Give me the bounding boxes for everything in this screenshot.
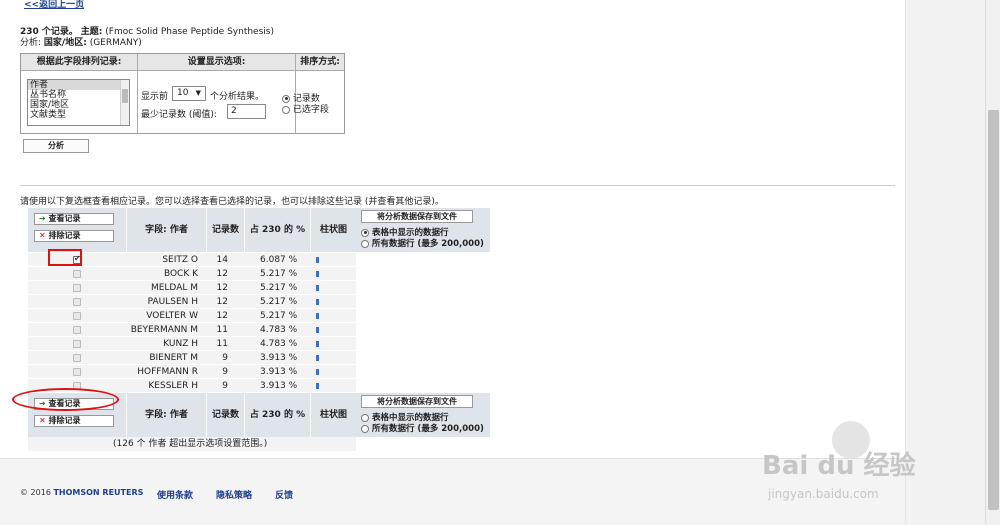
table-row: BEYERMANN M 11 4.783 % (28, 323, 356, 337)
checkbox[interactable] (73, 298, 81, 306)
radio-selected-icon[interactable] (361, 228, 369, 237)
analyze-button[interactable]: 分析 (23, 139, 89, 153)
col-percent: 占 230 的 % (244, 393, 310, 437)
chevron-down-icon: ▼ (195, 89, 201, 97)
table-row: BIENERT M 9 3.913 % (28, 351, 356, 365)
col-field: 字段: 作者 (126, 208, 206, 252)
checkbox[interactable] (73, 340, 81, 348)
checkbox[interactable] (73, 284, 81, 292)
table-row: HOFFMANN R 9 3.913 % (28, 365, 356, 379)
table-row: VOELTER W 12 5.217 % (28, 309, 356, 323)
threshold-label: 最少记录数 (阈值): (141, 110, 217, 120)
view-records-button[interactable]: ➔ 查看记录 (34, 213, 114, 225)
save-all-rows-option[interactable]: 所有数据行 (最多 200,000) (361, 237, 484, 249)
analysis-content: <<返回上一页 230 个记录。 主题: (Fmoc Solid Phase P… (10, 0, 905, 458)
display-options-header: 设置显示选项: (138, 54, 295, 71)
threshold-input[interactable]: 2 (227, 104, 266, 119)
col-count: 记录数 (206, 208, 244, 252)
col-bar-chart: 柱状图 (310, 208, 356, 252)
terms-link[interactable]: 使用条款 (157, 488, 193, 501)
radio-icon[interactable] (282, 105, 290, 114)
bar-icon (316, 285, 319, 291)
radio-icon[interactable] (361, 239, 369, 248)
show-suffix-label: 个分析结果。 (210, 92, 265, 102)
watermark-logo: Bai du 经验 (762, 451, 916, 481)
col-percent: 占 230 的 % (244, 208, 310, 252)
table-row: BOCK K 12 5.217 % (28, 267, 356, 281)
checkbox[interactable] (73, 354, 81, 362)
bar-icon (316, 355, 319, 361)
rank-field-header: 根据此字段排列记录: (21, 54, 137, 71)
privacy-link[interactable]: 隐私策略 (216, 488, 252, 501)
col-field: 字段: 作者 (126, 393, 206, 437)
side-panel (905, 0, 985, 525)
close-icon: ✕ (39, 231, 46, 240)
feedback-link[interactable]: 反馈 (275, 488, 293, 501)
list-item[interactable]: 文献类型 (28, 110, 129, 120)
list-item[interactable]: 国家/地区 (28, 100, 129, 110)
radio-icon[interactable] (361, 413, 369, 422)
scroll-thumb[interactable] (988, 110, 999, 510)
divider (20, 185, 895, 186)
copyright: © 2016 THOMSON REUTERS (20, 488, 144, 497)
bar-icon (316, 313, 319, 319)
show-prefix-label: 显示前 (141, 92, 169, 102)
field-listbox[interactable]: 作者 丛书名称 国家/地区 文献类型 (27, 79, 130, 126)
table-row: PAULSEN H 12 5.217 % (28, 295, 356, 309)
bar-icon (316, 257, 319, 263)
bar-icon (316, 369, 319, 375)
arrow-right-icon: ➔ (39, 214, 46, 223)
sort-by-field-option[interactable]: 已选字段 (282, 102, 329, 115)
highlight-oval (12, 388, 119, 411)
analysis-summary: 分析: 国家/地区: (GERMANY) (20, 38, 142, 48)
bar-icon (316, 341, 319, 347)
close-icon: ✕ (39, 416, 46, 425)
instruction-text: 请使用以下复选框查看相应记录。您可以选择查看已选择的记录，也可以排除这些记录 (… (20, 197, 444, 207)
page-scrollbar[interactable] (985, 0, 1000, 525)
radio-icon[interactable] (361, 424, 369, 433)
checkbox[interactable] (73, 312, 81, 320)
overflow-note: (126 个 作者 超出显示选项设置范围。) (113, 439, 268, 449)
checkbox[interactable] (73, 326, 81, 334)
col-bar-chart: 柱状图 (310, 393, 356, 437)
bar-icon (316, 327, 319, 333)
save-to-file-button[interactable]: 将分析数据保存到文件 (361, 210, 473, 223)
table-row: MELDAL M 12 5.217 % (28, 281, 356, 295)
save-all-rows-option[interactable]: 所有数据行 (最多 200,000) (361, 422, 484, 434)
list-item[interactable]: 作者 (28, 80, 129, 90)
page: <<返回上一页 230 个记录。 主题: (Fmoc Solid Phase P… (0, 0, 1000, 525)
sort-header: 排序方式: (296, 54, 344, 71)
back-link[interactable]: <<返回上一页 (24, 0, 84, 10)
bar-icon (316, 299, 319, 305)
exclude-records-button-bottom[interactable]: ✕ 排除记录 (34, 415, 114, 427)
watermark-url: jingyan.baidu.com (768, 487, 879, 501)
listbox-scrollbar[interactable] (120, 80, 129, 125)
show-count-select[interactable]: 10 ▼ (172, 86, 206, 101)
save-to-file-button-bottom[interactable]: 将分析数据保存到文件 (361, 395, 473, 408)
results-header: ➔ 查看记录 ✕ 排除记录 字段: 作者 记录数 占 230 的 % 柱状图 将… (28, 208, 490, 252)
list-item[interactable]: 丛书名称 (28, 90, 129, 100)
table-row: KUNZ H 11 4.783 % (28, 337, 356, 351)
exclude-records-button[interactable]: ✕ 排除记录 (34, 230, 114, 242)
col-count: 记录数 (206, 393, 244, 437)
checkbox[interactable] (73, 270, 81, 278)
checkbox[interactable] (73, 368, 81, 376)
highlight-box (48, 249, 82, 266)
bar-icon (316, 271, 319, 277)
bar-icon (316, 383, 319, 389)
